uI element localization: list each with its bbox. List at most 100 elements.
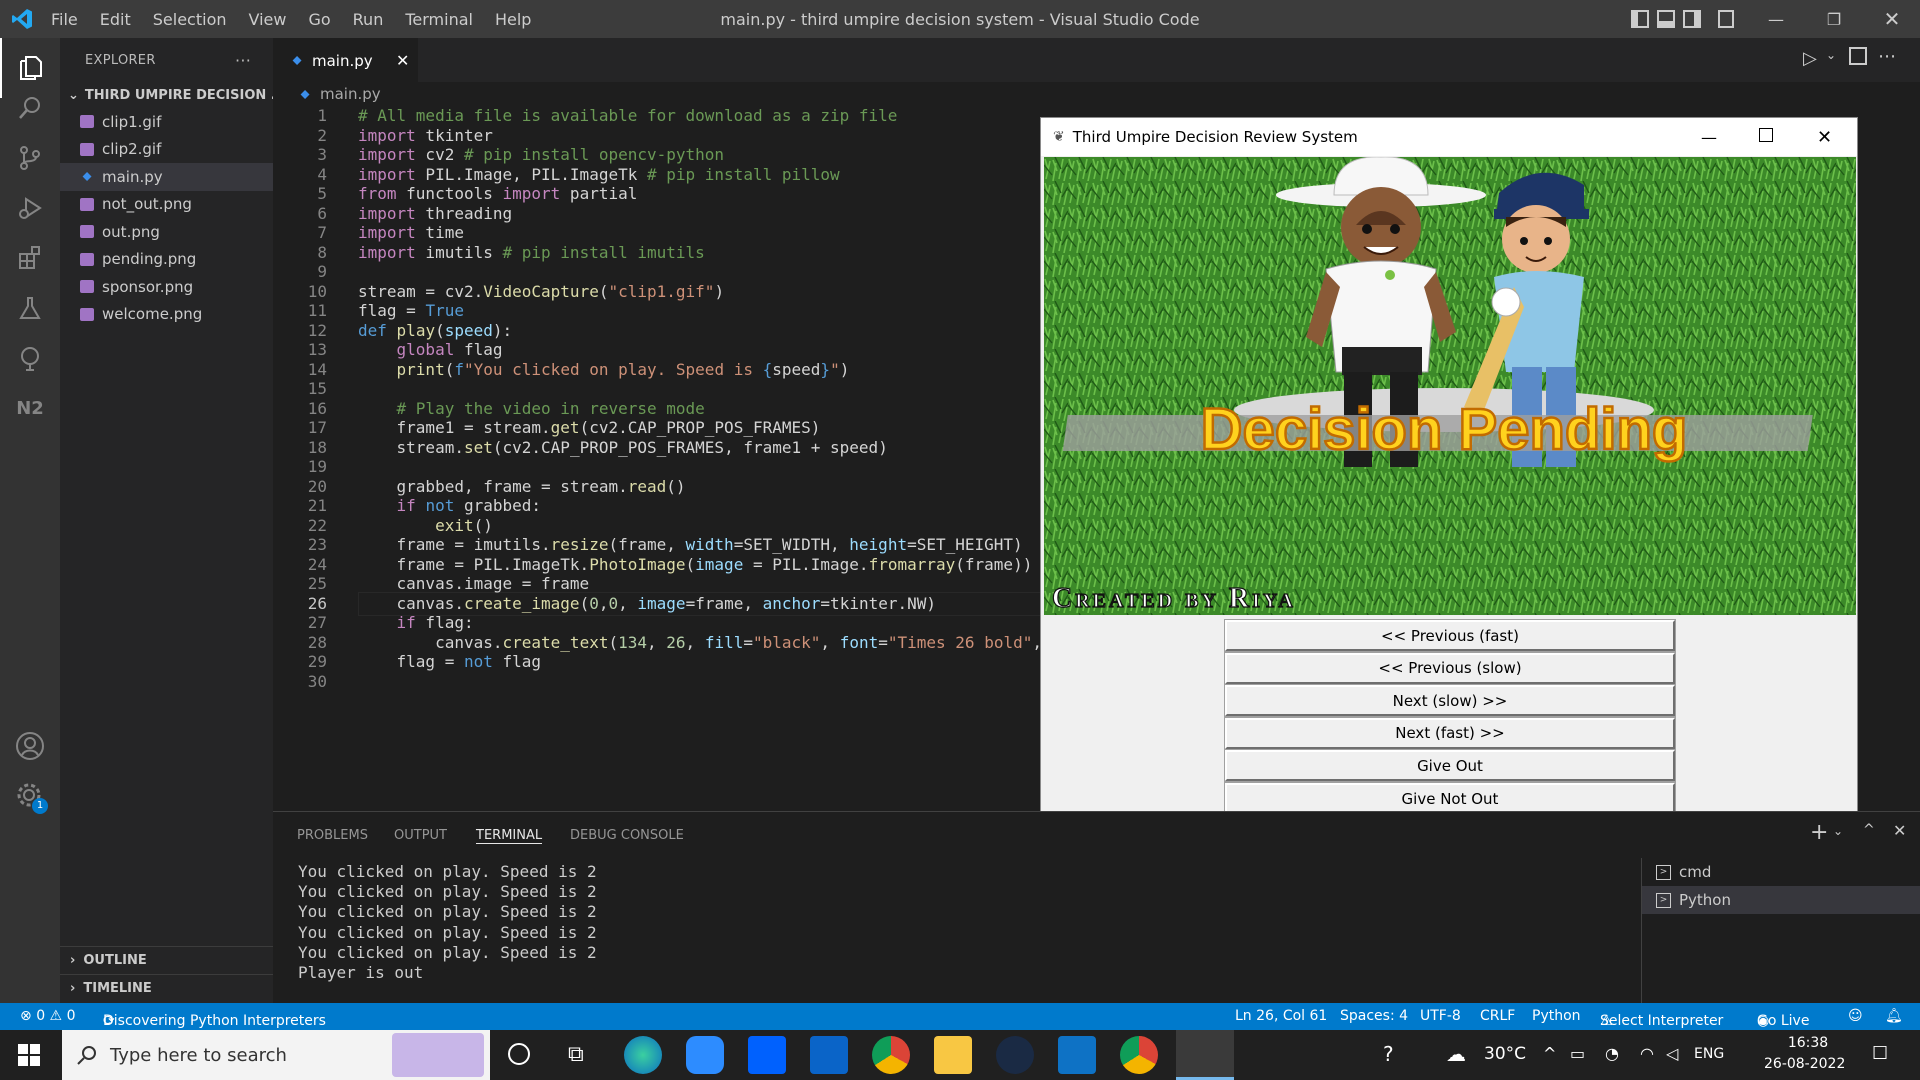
tk-close-button[interactable]: ✕ bbox=[1817, 127, 1832, 148]
project-folder[interactable]: ⌄ THIRD UMPIRE DECISION ... bbox=[60, 82, 273, 108]
toggle-panel-icon[interactable] bbox=[1657, 10, 1675, 28]
language-indicator[interactable]: ENG bbox=[1694, 1046, 1724, 1062]
wifi-icon[interactable]: ◠ bbox=[1640, 1044, 1654, 1063]
line-number: 2 bbox=[317, 125, 327, 145]
cortana-icon[interactable] bbox=[508, 1043, 530, 1065]
help-icon[interactable]: ? bbox=[1383, 1042, 1394, 1066]
app-w-icon[interactable] bbox=[996, 1036, 1034, 1074]
file-item[interactable]: sponsor.png bbox=[60, 273, 273, 301]
code-line: import cv2 # pip install opencv-python bbox=[358, 145, 724, 164]
close-button[interactable]: ✕ bbox=[1864, 0, 1920, 38]
file-item[interactable]: ⬥ main.py bbox=[60, 163, 273, 191]
code-token: time bbox=[415, 223, 464, 242]
notifications-bell-icon[interactable]: 🔔︎ bbox=[1885, 1008, 1903, 1024]
tk-button-previous-slow[interactable]: << Previous (slow) bbox=[1225, 652, 1675, 684]
terminal-instance-cmd[interactable]: > cmd bbox=[1642, 858, 1920, 886]
tray-chevron-icon[interactable]: ^ bbox=[1543, 1044, 1556, 1063]
close-tab-icon[interactable]: ✕ bbox=[396, 51, 409, 70]
panel-tab-problems[interactable]: PROBLEMS bbox=[297, 828, 368, 843]
code-token: f bbox=[454, 359, 464, 379]
cursor-position[interactable]: Ln 26, Col 61 bbox=[1235, 1008, 1327, 1024]
customize-layout-icon[interactable] bbox=[1718, 10, 1734, 28]
more-editor-actions-icon[interactable]: ⋯ bbox=[1878, 46, 1896, 67]
n2-icon[interactable]: N2 bbox=[0, 378, 60, 438]
network-icon[interactable]: ◔ bbox=[1605, 1044, 1619, 1063]
manage-gear-icon[interactable]: 1 bbox=[0, 766, 60, 826]
menu-edit[interactable]: Edit bbox=[89, 10, 142, 29]
run-python-file-icon[interactable]: ▷ bbox=[1803, 48, 1817, 69]
panel-tab-terminal[interactable]: TERMINAL bbox=[476, 828, 543, 844]
terminal-instance-python[interactable]: > Python bbox=[1642, 886, 1920, 914]
panel-tab-output[interactable]: OUTPUT bbox=[394, 828, 447, 843]
toggle-secondary-sidebar-icon[interactable] bbox=[1683, 10, 1701, 28]
chrome-icon[interactable] bbox=[872, 1036, 910, 1074]
new-terminal-icon[interactable]: + bbox=[1810, 820, 1828, 845]
terminal-dropdown-icon[interactable]: ⌄ bbox=[1833, 824, 1843, 838]
clock-date[interactable]: 26-08-2022 bbox=[1764, 1056, 1845, 1072]
more-actions-icon[interactable]: ··· bbox=[235, 51, 251, 70]
menu-run[interactable]: Run bbox=[342, 10, 395, 29]
split-editor-icon[interactable] bbox=[1849, 47, 1867, 65]
task-view-icon[interactable]: ⧉ bbox=[568, 1042, 584, 1067]
code-token: font bbox=[839, 632, 879, 652]
panel-tab-debug-console[interactable]: DEBUG CONSOLE bbox=[570, 828, 684, 843]
battery-icon[interactable]: ▭ bbox=[1570, 1044, 1585, 1063]
menu-selection[interactable]: Selection bbox=[142, 10, 238, 29]
menu-file[interactable]: File bbox=[40, 10, 89, 29]
maximize-panel-icon[interactable]: ^ bbox=[1863, 822, 1875, 838]
toggle-primary-sidebar-icon[interactable] bbox=[1631, 10, 1649, 28]
terminal-output[interactable]: You clicked on play. Speed is 2 You click… bbox=[298, 862, 597, 983]
tk-button-next-slow[interactable]: Next (slow) >> bbox=[1225, 685, 1675, 717]
tk-button-give-not-out[interactable]: Give Not Out bbox=[1225, 783, 1675, 814]
python-file-icon: ⬥ bbox=[292, 53, 302, 68]
windows-start-icon[interactable] bbox=[18, 1044, 40, 1066]
timeline-section[interactable]: › TIMELINE bbox=[60, 974, 273, 1002]
dropbox-icon[interactable] bbox=[748, 1036, 786, 1074]
breadcrumb[interactable]: ⬥ main.py bbox=[273, 82, 380, 106]
edge-icon[interactable] bbox=[624, 1036, 662, 1074]
tk-button-previous-fast[interactable]: << Previous (fast) bbox=[1225, 620, 1675, 651]
minimize-button[interactable]: — bbox=[1748, 0, 1804, 38]
code-editor[interactable]: 1 2 3 4 5 6 7 8 9 10 11 12 13 14 15 16 17 18 19 20 21 22 23 24 2… bbox=[273, 106, 1040, 811]
file-name: pending.png bbox=[102, 250, 197, 269]
vscode-taskbar-icon[interactable] bbox=[1058, 1036, 1096, 1074]
tk-button-next-fast[interactable]: Next (fast) >> bbox=[1225, 717, 1675, 749]
outline-section[interactable]: › OUTLINE bbox=[60, 946, 273, 974]
file-item[interactable]: clip1.gif bbox=[60, 108, 273, 136]
code-token: import bbox=[358, 203, 416, 223]
close-panel-icon[interactable]: ✕ bbox=[1893, 821, 1906, 840]
tk-maximize-button[interactable] bbox=[1759, 128, 1773, 142]
tk-minimize-button[interactable]: — bbox=[1701, 128, 1717, 147]
run-dropdown-icon[interactable]: ⌄ bbox=[1826, 48, 1836, 62]
action-center-icon[interactable]: ☐ bbox=[1872, 1043, 1888, 1064]
file-item[interactable]: out.png bbox=[60, 218, 273, 246]
taskbar-search-box[interactable]: Type here to search bbox=[62, 1030, 490, 1080]
mail-icon[interactable] bbox=[810, 1036, 848, 1074]
eol-status[interactable]: CRLF bbox=[1480, 1008, 1515, 1024]
weather-temp[interactable]: 30°C bbox=[1484, 1044, 1526, 1064]
encoding-status[interactable]: UTF-8 bbox=[1420, 1008, 1461, 1024]
file-item[interactable]: pending.png bbox=[60, 246, 273, 274]
file-explorer-icon[interactable] bbox=[934, 1036, 972, 1074]
zoom-icon[interactable] bbox=[686, 1036, 724, 1074]
menu-go[interactable]: Go bbox=[297, 10, 341, 29]
file-item[interactable]: not_out.png bbox=[60, 191, 273, 219]
tab-main-py[interactable]: ⬥ main.py ✕ bbox=[273, 38, 418, 82]
file-item[interactable]: welcome.png bbox=[60, 301, 273, 329]
code-token: (frame)) bbox=[955, 554, 1033, 574]
menu-help[interactable]: Help bbox=[484, 10, 542, 29]
python-tk-taskbar-icon[interactable] bbox=[1176, 1030, 1234, 1080]
indentation-status[interactable]: Spaces: 4 bbox=[1340, 1008, 1408, 1024]
file-item[interactable]: clip2.gif bbox=[60, 136, 273, 164]
chrome-profile-icon[interactable] bbox=[1120, 1036, 1158, 1074]
clock-time[interactable]: 16:38 bbox=[1770, 1035, 1846, 1051]
tk-button-give-out[interactable]: Give Out bbox=[1225, 750, 1675, 782]
language-mode[interactable]: Python bbox=[1532, 1008, 1581, 1024]
code-token: () bbox=[666, 476, 686, 496]
menu-terminal[interactable]: Terminal bbox=[394, 10, 484, 29]
restore-button[interactable]: ❐ bbox=[1806, 0, 1862, 38]
feedback-icon[interactable]: ☺ bbox=[1848, 1008, 1863, 1024]
volume-icon[interactable]: ◁ bbox=[1666, 1044, 1678, 1063]
problems-status[interactable]: ⊗ 0 ⚠ 0 bbox=[20, 1008, 75, 1024]
menu-view[interactable]: View bbox=[238, 10, 298, 29]
